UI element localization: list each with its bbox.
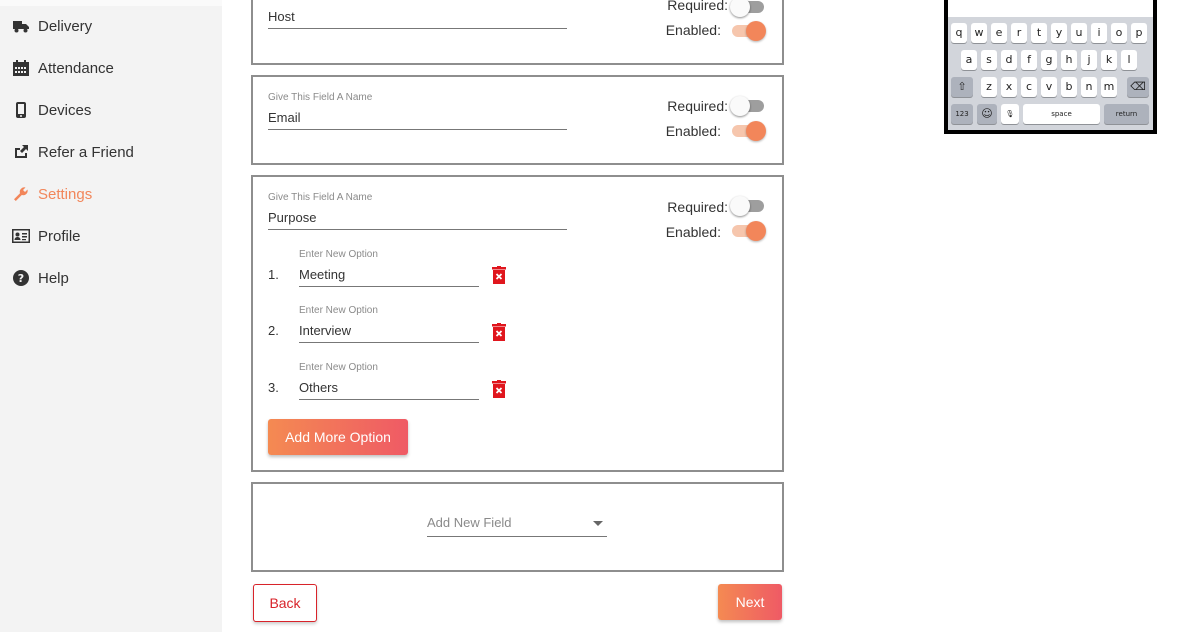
enabled-label: Enabled: (665, 123, 721, 139)
key[interactable]: k (1101, 50, 1117, 70)
key[interactable]: z (981, 77, 997, 97)
field-card-email: Give This Field A Name Email Required: E… (251, 75, 784, 165)
trash-icon[interactable] (492, 323, 506, 341)
add-new-field-placeholder: Add New Field (427, 515, 512, 530)
svg-text:?: ? (18, 272, 24, 285)
add-new-field-select[interactable]: Add New Field (427, 513, 607, 537)
key[interactable]: s (981, 50, 997, 70)
key[interactable]: x (1001, 77, 1017, 97)
key[interactable]: e (991, 23, 1007, 43)
key[interactable]: o (1111, 23, 1127, 43)
calendar-icon (12, 59, 30, 77)
option-input[interactable]: Interview (299, 321, 479, 343)
key[interactable]: n (1081, 77, 1097, 97)
phone-icon (12, 101, 30, 119)
key[interactable]: h (1061, 50, 1077, 70)
field-name-input[interactable]: Host (268, 7, 567, 29)
required-toggle[interactable] (730, 95, 766, 116)
sidebar-item-devices[interactable]: Devices (12, 99, 91, 121)
share-icon (12, 143, 30, 161)
sidebar-item-refer-a-friend[interactable]: Refer a Friend (12, 141, 134, 163)
key[interactable]: c (1021, 77, 1037, 97)
sidebar-item-label: Attendance (38, 59, 114, 77)
next-button[interactable]: Next (718, 584, 782, 620)
numbers-key[interactable]: 123 (951, 104, 973, 124)
option-number: 3. (268, 380, 279, 395)
sidebar-item-attendance[interactable]: Attendance (12, 57, 114, 79)
sidebar-item-label: Delivery (38, 17, 93, 35)
key[interactable]: w (971, 23, 987, 43)
sidebar-item-label: Settings (38, 185, 93, 203)
key[interactable]: p (1131, 23, 1147, 43)
option-input[interactable]: Meeting (299, 265, 479, 287)
option-label: Enter New Option (299, 362, 378, 373)
key[interactable]: i (1091, 23, 1107, 43)
sidebar-item-delivery[interactable]: Delivery (12, 15, 92, 37)
sidebar-item-label: Help (38, 269, 69, 287)
add-more-option-button[interactable]: Add More Option (268, 419, 408, 455)
question-circle-icon: ? (12, 269, 30, 287)
option-number: 2. (268, 323, 279, 338)
field-card-host: Host Required: Enabled: (251, 0, 784, 65)
keyboard-preview-input-area (948, 0, 1153, 17)
keyboard-preview: q w e r t y u i o p a s d f g h j k l ⇧ … (944, 0, 1157, 134)
option-number: 1. (268, 267, 279, 282)
sidebar-top-strip (0, 0, 222, 6)
truck-icon (12, 17, 30, 35)
enabled-label: Enabled: (665, 224, 721, 240)
option-label: Enter New Option (299, 305, 378, 316)
key[interactable]: v (1041, 77, 1057, 97)
key[interactable]: r (1011, 23, 1027, 43)
key[interactable]: g (1041, 50, 1057, 70)
sidebar-item-label: Profile (38, 227, 81, 245)
key[interactable]: b (1061, 77, 1077, 97)
enabled-toggle[interactable] (730, 220, 766, 241)
option-label: Enter New Option (299, 249, 378, 260)
required-label: Required: (667, 199, 728, 215)
required-label: Required: (667, 98, 728, 114)
key[interactable]: u (1071, 23, 1087, 43)
shift-key[interactable]: ⇧ (951, 77, 973, 97)
enabled-toggle[interactable] (730, 120, 766, 141)
key[interactable]: l (1121, 50, 1137, 70)
key[interactable]: j (1081, 50, 1097, 70)
key[interactable]: f (1021, 50, 1037, 70)
key[interactable]: y (1051, 23, 1067, 43)
option-input[interactable]: Others (299, 378, 479, 400)
field-name-label: Give This Field A Name (268, 192, 373, 203)
sidebar-item-label: Devices (38, 101, 92, 119)
sidebar-item-label: Refer a Friend (38, 143, 134, 161)
field-name-input[interactable]: Email (268, 108, 567, 130)
wrench-icon (12, 185, 30, 203)
space-key[interactable]: space (1023, 104, 1100, 124)
backspace-key[interactable]: ⌫ (1127, 77, 1149, 97)
caret-down-icon (593, 521, 603, 526)
required-toggle[interactable] (730, 0, 766, 17)
trash-icon[interactable] (492, 380, 506, 398)
required-toggle[interactable] (730, 195, 766, 216)
enabled-label: Enabled: (665, 22, 721, 38)
emoji-key[interactable]: ☺ (977, 104, 997, 124)
field-name-label: Give This Field A Name (268, 92, 373, 103)
enabled-toggle[interactable] (730, 20, 766, 41)
key[interactable]: t (1031, 23, 1047, 43)
sidebar: Delivery Attendance Devices Refer a Frie… (0, 0, 222, 632)
sidebar-item-help[interactable]: ? Help (12, 267, 69, 289)
key[interactable]: d (1001, 50, 1017, 70)
field-card-purpose: Give This Field A Name Purpose Required:… (251, 175, 784, 472)
key[interactable]: q (951, 23, 967, 43)
keyboard: q w e r t y u i o p a s d f g h j k l ⇧ … (948, 17, 1153, 130)
key[interactable]: m (1101, 77, 1117, 97)
id-card-icon (12, 227, 30, 245)
trash-icon[interactable] (492, 266, 506, 284)
field-name-input[interactable]: Purpose (268, 208, 567, 230)
mic-key[interactable]: 🎙 (1001, 104, 1019, 124)
required-label: Required: (667, 0, 728, 13)
return-key[interactable]: return (1104, 104, 1149, 124)
back-button[interactable]: Back (253, 584, 317, 622)
sidebar-item-settings[interactable]: Settings (12, 183, 92, 205)
sidebar-item-profile[interactable]: Profile (12, 225, 81, 247)
key[interactable]: a (961, 50, 977, 70)
